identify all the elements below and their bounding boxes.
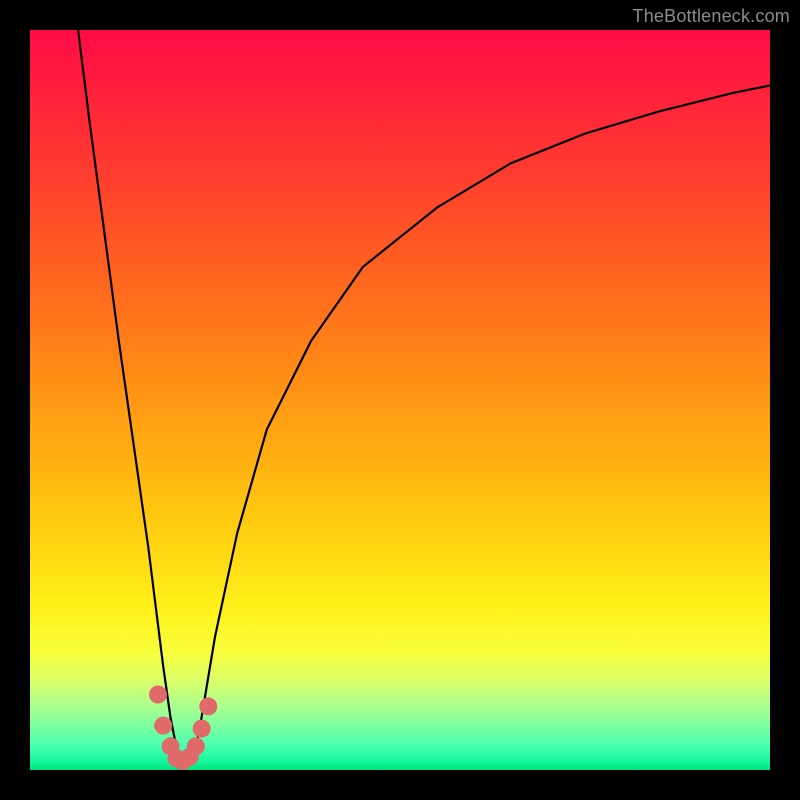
- highlight-dot: [187, 737, 205, 755]
- plot-area: [30, 30, 770, 770]
- highlight-dot: [193, 720, 211, 738]
- highlight-dot: [149, 686, 167, 704]
- chart-frame: TheBottleneck.com: [0, 0, 800, 800]
- highlight-dot: [154, 717, 172, 735]
- highlight-dots: [149, 686, 217, 771]
- watermark-label: TheBottleneck.com: [633, 6, 790, 27]
- highlight-dot: [199, 697, 217, 715]
- curve-layer: [30, 30, 770, 770]
- bottleneck-curve: [78, 30, 770, 766]
